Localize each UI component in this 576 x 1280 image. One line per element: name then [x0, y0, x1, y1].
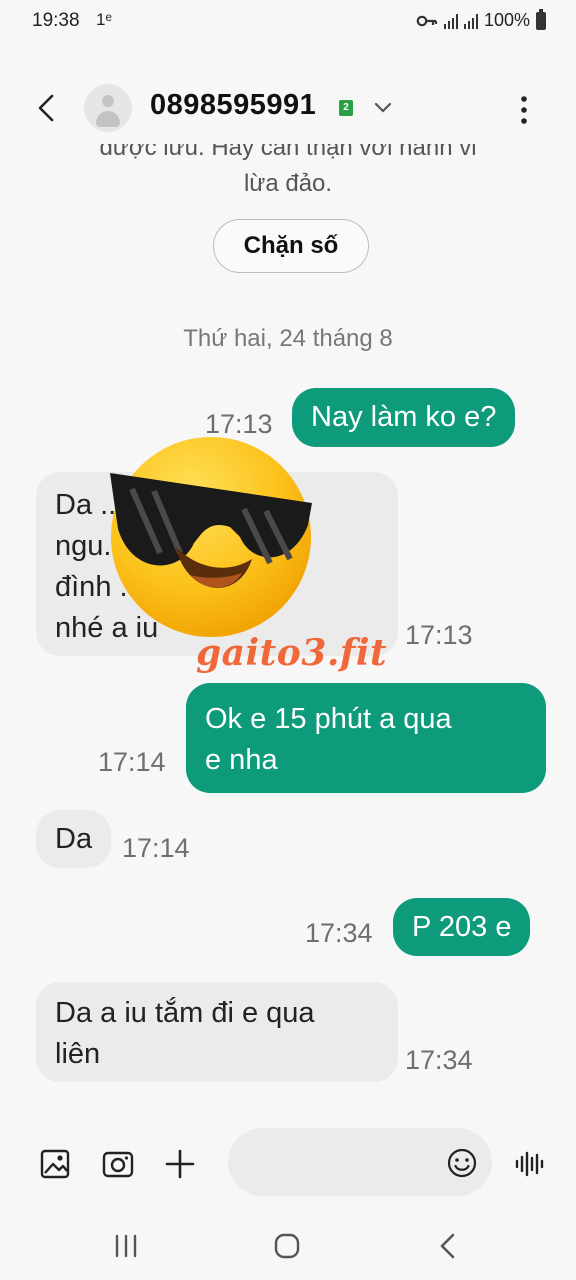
camera-icon[interactable]	[100, 1146, 136, 1182]
date-separator: Thứ hai, 24 tháng 8	[183, 325, 393, 352]
battery-icon	[536, 8, 546, 30]
notice-line-1: được lưu. Hãy cẩn thận với hành vi	[99, 144, 477, 161]
avatar-icon[interactable]	[84, 84, 132, 132]
watermark-text: gaito3.fit	[196, 632, 388, 674]
conversation-header: 0898595991 2	[0, 78, 576, 140]
message-time: 17:14	[122, 833, 190, 863]
message-time: 17:14	[98, 747, 166, 777]
status-time: 19:38	[32, 10, 80, 31]
block-number-button[interactable]: Chặn số	[213, 219, 369, 273]
back-arrow-icon[interactable]	[30, 90, 66, 126]
outgoing-message[interactable]: Nay làm ko e?	[292, 388, 516, 447]
emoji-icon[interactable]	[446, 1147, 478, 1179]
incoming-message[interactable]: Da a iu tắm đi e qua liên	[36, 982, 398, 1082]
composer-bar	[0, 1128, 576, 1204]
battery-percent: 100%	[483, 10, 530, 30]
back-nav-icon[interactable]	[428, 1228, 468, 1264]
notice-line-2: lừa đảo.	[243, 170, 333, 197]
wifi-calling-icon	[443, 13, 458, 29]
outgoing-message[interactable]: P 203 e	[393, 898, 531, 956]
plus-icon[interactable]	[162, 1146, 198, 1182]
gallery-icon[interactable]	[38, 1146, 74, 1182]
sim-badge: 2	[339, 100, 353, 116]
contact-phone[interactable]: 0898595991	[150, 89, 316, 122]
more-vert-icon[interactable]	[512, 92, 536, 128]
status-icons: 100%	[416, 8, 546, 31]
system-nav-bar	[0, 1214, 576, 1280]
notification-indicator: 1ᵉ	[96, 10, 112, 29]
home-icon[interactable]	[267, 1228, 307, 1264]
status-bar: 19:38 1ᵉ 100%	[0, 0, 576, 44]
signal-icon	[463, 13, 478, 29]
chevron-down-icon[interactable]	[372, 98, 394, 118]
voice-icon[interactable]	[512, 1146, 548, 1182]
message-time: 17:13	[405, 620, 473, 650]
sunglasses-emoji	[110, 437, 312, 637]
message-time: 17:34	[305, 918, 373, 948]
key-icon	[416, 15, 438, 26]
outgoing-message[interactable]: Ok e 15 phút a qua e nha	[186, 683, 546, 793]
message-time: 17:34	[405, 1045, 473, 1075]
incoming-message[interactable]: Da	[36, 810, 112, 868]
recents-icon[interactable]	[106, 1228, 146, 1264]
